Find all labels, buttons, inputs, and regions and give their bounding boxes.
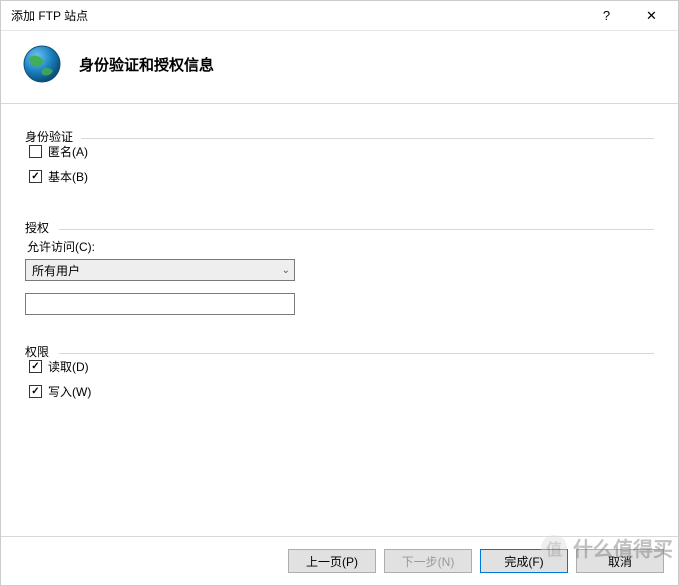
anonymous-checkbox-row[interactable]: 匿名(A) <box>25 139 654 164</box>
allow-access-value: 所有用户 <box>32 262 80 279</box>
write-checkbox-row[interactable]: 写入(W) <box>25 379 654 404</box>
read-checkbox-row[interactable]: 读取(D) <box>25 354 654 379</box>
window-title: 添加 FTP 站点 <box>11 7 584 24</box>
content-area: 身份验证 匿名(A) 基本(B) 授权 允许访问(C): 所有用户 ⌄ 权限 读… <box>1 104 678 536</box>
next-button: 下一步(N) <box>384 549 472 573</box>
basic-label: 基本(B) <box>48 168 88 185</box>
close-button[interactable]: ✕ <box>629 2 674 30</box>
write-checkbox[interactable] <box>29 385 42 398</box>
globe-icon <box>21 43 63 85</box>
button-bar: 上一页(P) 下一步(N) 完成(F) 取消 <box>1 536 678 585</box>
basic-checkbox[interactable] <box>29 170 42 183</box>
help-button[interactable]: ? <box>584 2 629 30</box>
chevron-down-icon: ⌄ <box>282 265 290 276</box>
finish-button[interactable]: 完成(F) <box>480 549 568 573</box>
authz-group-label: 授权 <box>25 219 654 236</box>
allow-access-select[interactable]: 所有用户 ⌄ <box>25 259 295 281</box>
read-checkbox[interactable] <box>29 360 42 373</box>
authz-extra-input[interactable] <box>25 293 295 315</box>
anonymous-label: 匿名(A) <box>48 143 88 160</box>
basic-checkbox-row[interactable]: 基本(B) <box>25 164 654 189</box>
anonymous-checkbox[interactable] <box>29 145 42 158</box>
divider <box>59 229 654 230</box>
allow-access-label: 允许访问(C): <box>27 238 654 255</box>
previous-button[interactable]: 上一页(P) <box>288 549 376 573</box>
dialog-window: 添加 FTP 站点 ? ✕ 身份验证和授权信息 身份验证 <box>0 0 679 586</box>
wizard-header: 身份验证和授权信息 <box>1 31 678 104</box>
read-label: 读取(D) <box>48 358 89 375</box>
cancel-button[interactable]: 取消 <box>576 549 664 573</box>
titlebar: 添加 FTP 站点 ? ✕ <box>1 1 678 31</box>
write-label: 写入(W) <box>48 383 91 400</box>
page-title: 身份验证和授权信息 <box>79 54 214 75</box>
